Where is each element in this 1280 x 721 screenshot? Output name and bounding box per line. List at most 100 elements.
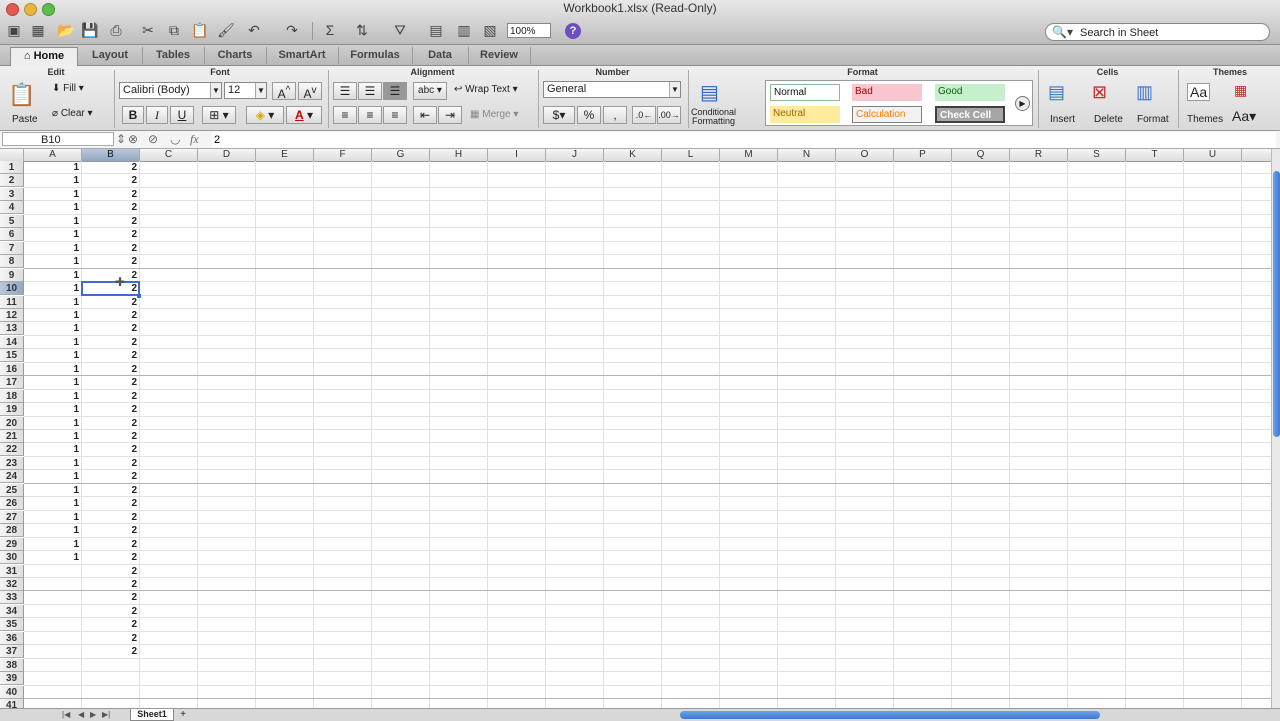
- cell-a28[interactable]: 1: [24, 524, 79, 537]
- add-sheet-button[interactable]: +: [176, 709, 190, 720]
- wrap-text-button[interactable]: ↩ Wrap Text ▾: [454, 84, 518, 95]
- cell-b7[interactable]: 2: [82, 242, 137, 255]
- styles-next-icon[interactable]: ▶: [1015, 96, 1030, 111]
- cell-b12[interactable]: 2: [82, 309, 137, 322]
- row-header-38[interactable]: 38: [0, 658, 24, 672]
- row-header-33[interactable]: 33: [0, 591, 24, 605]
- row-header-12[interactable]: 12: [0, 308, 24, 322]
- row-header-22[interactable]: 22: [0, 443, 24, 457]
- help-icon[interactable]: ?: [565, 23, 581, 39]
- cell-b8[interactable]: 2: [82, 255, 137, 268]
- vertical-scroll-thumb[interactable]: [1273, 171, 1280, 437]
- row-header-29[interactable]: 29: [0, 537, 24, 551]
- cell-b5[interactable]: 2: [82, 215, 137, 228]
- borders-button[interactable]: ⊞ ▾: [202, 106, 236, 124]
- cell-a1[interactable]: 1: [24, 161, 79, 174]
- cell-b1[interactable]: 2: [82, 161, 137, 174]
- cell-b2[interactable]: 2: [82, 174, 137, 187]
- cell-a17[interactable]: 1: [24, 376, 79, 389]
- cell-b14[interactable]: 2: [82, 336, 137, 349]
- row-header-20[interactable]: 20: [0, 416, 24, 430]
- bold-button[interactable]: B: [122, 106, 144, 124]
- column-header-t[interactable]: T: [1126, 149, 1184, 161]
- column-header-f[interactable]: F: [314, 149, 372, 161]
- cell-a18[interactable]: 1: [24, 390, 79, 403]
- cell-b37[interactable]: 2: [82, 645, 137, 658]
- column-header-c[interactable]: C: [140, 149, 198, 161]
- last-sheet-icon[interactable]: ▶|: [102, 709, 110, 720]
- search-box[interactable]: 🔍▾: [1045, 23, 1270, 41]
- row-header-17[interactable]: 17: [0, 376, 24, 390]
- cell-a30[interactable]: 1: [24, 551, 79, 564]
- cell-b29[interactable]: 2: [82, 538, 137, 551]
- column-header-r[interactable]: R: [1010, 149, 1068, 161]
- row-header-3[interactable]: 3: [0, 187, 24, 201]
- column-header-b[interactable]: B: [82, 149, 140, 161]
- cell-b16[interactable]: 2: [82, 363, 137, 376]
- column-header-h[interactable]: H: [430, 149, 488, 161]
- align-right-button[interactable]: ≡: [383, 106, 407, 124]
- tab-home[interactable]: ⌂ Home: [10, 47, 78, 66]
- cell-b15[interactable]: 2: [82, 349, 137, 362]
- column-header-d[interactable]: D: [198, 149, 256, 161]
- row-header-31[interactable]: 31: [0, 564, 24, 578]
- cell-b34[interactable]: 2: [82, 605, 137, 618]
- cell-b25[interactable]: 2: [82, 484, 137, 497]
- style-normal[interactable]: Normal: [770, 84, 840, 101]
- percent-button[interactable]: %: [577, 106, 601, 124]
- cell-a15[interactable]: 1: [24, 349, 79, 362]
- gallery-icon[interactable]: ▦: [28, 20, 48, 40]
- cell-a23[interactable]: 1: [24, 457, 79, 470]
- media-browser-icon[interactable]: ▧: [480, 20, 500, 40]
- vertical-scrollbar[interactable]: [1271, 149, 1280, 708]
- italic-button[interactable]: I: [146, 106, 168, 124]
- cell-b36[interactable]: 2: [82, 632, 137, 645]
- row-header-25[interactable]: 25: [0, 483, 24, 497]
- name-box[interactable]: B10: [2, 132, 114, 146]
- search-input[interactable]: [1078, 25, 1262, 41]
- column-header-j[interactable]: J: [546, 149, 604, 161]
- cell-a5[interactable]: 1: [24, 215, 79, 228]
- cell-a7[interactable]: 1: [24, 242, 79, 255]
- open-folder-icon[interactable]: 📂: [56, 20, 76, 40]
- select-all-corner[interactable]: [0, 149, 24, 161]
- cell-b13[interactable]: 2: [82, 322, 137, 335]
- cell-b19[interactable]: 2: [82, 403, 137, 416]
- delete-button[interactable]: Delete: [1094, 114, 1123, 125]
- toolbox-icon[interactable]: ▥: [454, 20, 474, 40]
- column-header-i[interactable]: I: [488, 149, 546, 161]
- cell-b24[interactable]: 2: [82, 470, 137, 483]
- column-header-o[interactable]: O: [836, 149, 894, 161]
- cell-a3[interactable]: 1: [24, 188, 79, 201]
- zoom-field[interactable]: 100%: [507, 23, 551, 38]
- row-header-19[interactable]: 19: [0, 403, 24, 417]
- column-header-a[interactable]: A: [24, 149, 82, 161]
- style-check-cell[interactable]: Check Cell: [935, 106, 1005, 123]
- row-header-9[interactable]: 9: [0, 268, 24, 282]
- decrease-indent-button[interactable]: ⇤: [413, 106, 437, 124]
- cell-a2[interactable]: 1: [24, 174, 79, 187]
- row-header-32[interactable]: 32: [0, 577, 24, 591]
- currency-button[interactable]: $▾: [543, 106, 575, 124]
- tab-smartart[interactable]: SmartArt: [266, 47, 339, 64]
- tab-tables[interactable]: Tables: [142, 47, 205, 64]
- row-header-16[interactable]: 16: [0, 362, 24, 376]
- row-header-28[interactable]: 28: [0, 524, 24, 538]
- increase-font-button[interactable]: A^: [272, 82, 296, 101]
- cell-b4[interactable]: 2: [82, 201, 137, 214]
- cell-b18[interactable]: 2: [82, 390, 137, 403]
- paste-big-icon[interactable]: 📋: [8, 82, 35, 108]
- font-size-select[interactable]: 12 ▼: [224, 82, 267, 99]
- cell-a25[interactable]: 1: [24, 484, 79, 497]
- column-header-l[interactable]: L: [662, 149, 720, 161]
- enter-entry-icon[interactable]: ⊘: [148, 132, 158, 147]
- row-header-14[interactable]: 14: [0, 335, 24, 349]
- row-header-2[interactable]: 2: [0, 174, 24, 188]
- row-header-26[interactable]: 26: [0, 497, 24, 511]
- cell-b22[interactable]: 2: [82, 443, 137, 456]
- theme-colors-icon[interactable]: ▦: [1234, 82, 1247, 99]
- copy-icon[interactable]: ⧉: [164, 20, 184, 40]
- themes-button[interactable]: Themes: [1187, 114, 1223, 125]
- font-name-select[interactable]: Calibri (Body) ▼: [119, 82, 222, 99]
- tab-review[interactable]: Review: [468, 47, 531, 64]
